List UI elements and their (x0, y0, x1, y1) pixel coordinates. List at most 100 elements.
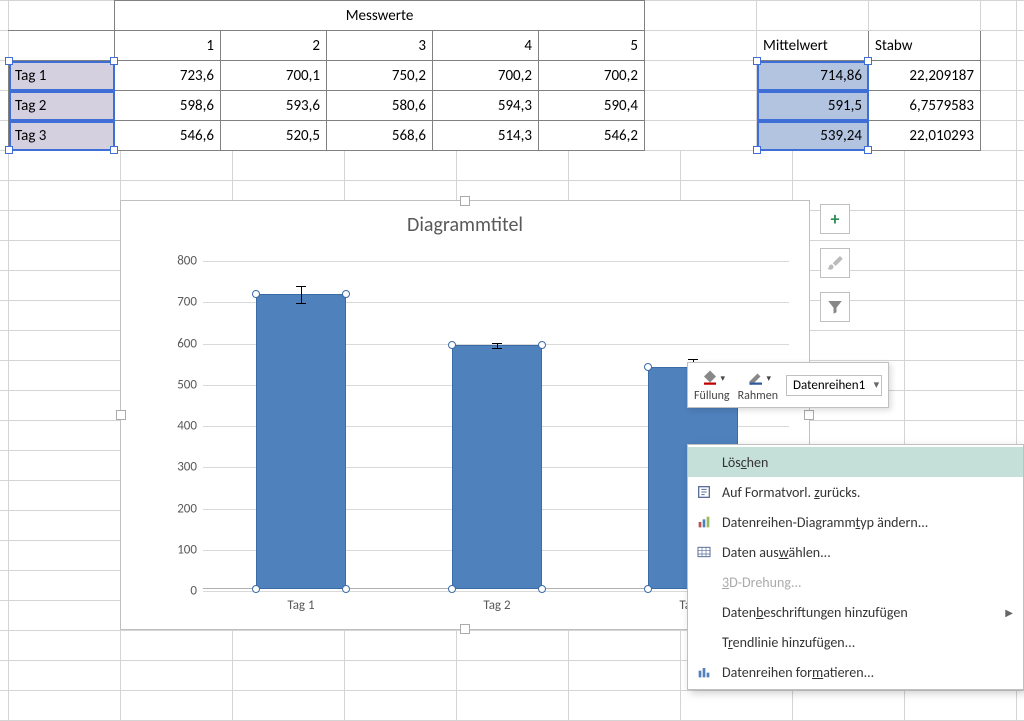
mittelwert-cell[interactable]: 591,5 (757, 91, 869, 121)
mittelwert-header[interactable]: Mittelwert (757, 31, 869, 61)
context-menu-item-trend[interactable]: Trendlinie hinzufügen... (688, 627, 1023, 657)
data-table: Messwerte 1 2 3 4 5 Mittelwert Stabw Tag… (8, 0, 981, 151)
outline-button[interactable]: ▾ Rahmen (738, 367, 778, 403)
pen-icon (745, 369, 767, 387)
series-dropdown-label: Datenreihen1 (793, 378, 865, 393)
y-tick-label: 0 (190, 584, 197, 599)
col-header[interactable]: 5 (539, 31, 645, 61)
fill-button[interactable]: ▾ Füllung (694, 367, 730, 403)
context-menu-item-delete[interactable]: Löschen (688, 447, 1023, 477)
context-menu: Löschen Auf Formatvorl. zurücks. Datenreih… (687, 444, 1024, 690)
y-tick-label: 600 (177, 336, 197, 351)
resize-handle[interactable] (460, 196, 470, 206)
selection-handle[interactable] (644, 585, 652, 593)
stabw-cell[interactable]: 22,209187 (869, 61, 981, 91)
bars-icon (694, 664, 714, 680)
fill-label: Füllung (694, 389, 730, 403)
context-menu-item-rotate3d: 3D-Drehung... (688, 567, 1023, 597)
selection-handle[interactable] (538, 341, 546, 349)
col-header[interactable]: 4 (433, 31, 539, 61)
stabw-cell[interactable]: 6,7579583 (869, 91, 981, 121)
cell[interactable]: 590,4 (539, 91, 645, 121)
menu-item-label: Auf Formatvorl. zurücks. (722, 484, 860, 501)
context-menu-item-labels[interactable]: Datenbeschriftungen hinzufügen ▶ (688, 597, 1023, 627)
resize-handle[interactable] (804, 410, 814, 420)
error-bar (497, 343, 498, 349)
cell[interactable]: 514,3 (433, 121, 539, 151)
cell[interactable]: 594,3 (433, 91, 539, 121)
messwerte-header[interactable]: Messwerte (115, 1, 645, 31)
outline-label: Rahmen (738, 389, 778, 403)
selection-handle[interactable] (644, 363, 652, 371)
context-menu-item-reset[interactable]: Auf Formatvorl. zurücks. (688, 477, 1023, 507)
cell[interactable]: 700,2 (539, 61, 645, 91)
menu-item-label: Datenreihen formatieren... (722, 664, 874, 681)
chart-icon (694, 514, 714, 530)
error-bar (301, 286, 302, 304)
context-menu-item-select[interactable]: Daten auswählen... (688, 537, 1023, 567)
col-header[interactable]: 2 (221, 31, 327, 61)
cell[interactable]: 546,6 (115, 121, 221, 151)
table-row: Tag 2 598,6 593,6 580,6 594,3 590,4 591,… (9, 91, 981, 121)
y-tick-label: 100 (177, 542, 197, 557)
y-tick-label: 500 (177, 377, 197, 392)
resize-handle[interactable] (460, 624, 470, 634)
selection-handle[interactable] (342, 290, 350, 298)
menu-item-label: Datenreihen-Diagrammtyp ändern... (722, 514, 928, 531)
menu-item-label: Löschen (722, 454, 768, 471)
cell[interactable]: 593,6 (221, 91, 327, 121)
selection-handle[interactable] (448, 585, 456, 593)
y-tick-label: 800 (177, 254, 197, 269)
mittelwert-cell[interactable]: 714,86 (757, 61, 869, 91)
cell[interactable]: 700,2 (433, 61, 539, 91)
bar[interactable] (256, 294, 346, 589)
selection-handle[interactable] (252, 290, 260, 298)
cell[interactable]: 750,2 (327, 61, 433, 91)
selection-handle[interactable] (252, 585, 260, 593)
stabw-header[interactable]: Stabw (869, 31, 981, 61)
menu-item-label: 3D-Drehung... (722, 574, 802, 591)
bar[interactable] (452, 345, 542, 589)
resize-handle[interactable] (116, 410, 126, 420)
y-tick-label: 200 (177, 501, 197, 516)
reset-icon (694, 484, 714, 500)
mittelwert-cell[interactable]: 539,24 (757, 121, 869, 151)
cell[interactable]: 700,1 (221, 61, 327, 91)
context-menu-item-chtype[interactable]: Datenreihen-Diagrammtyp ändern... (688, 507, 1023, 537)
x-tick-label: Tag 2 (442, 598, 552, 613)
chart-filter-button[interactable] (820, 292, 850, 322)
y-tick-label: 700 (177, 295, 197, 310)
cell[interactable]: 546,2 (539, 121, 645, 151)
row-label[interactable]: Tag 3 (9, 121, 115, 151)
submenu-arrow-icon: ▶ (1005, 606, 1013, 619)
series-dropdown[interactable]: Datenreihen1 (786, 375, 882, 396)
menu-item-label: Datenbeschriftungen hinzufügen (722, 604, 908, 621)
row-label[interactable]: Tag 2 (9, 91, 115, 121)
selection-handle[interactable] (448, 341, 456, 349)
table-header-row-2: 1 2 3 4 5 Mittelwert Stabw (9, 31, 981, 61)
col-header[interactable]: 1 (115, 31, 221, 61)
chart-elements-button[interactable]: + (820, 204, 850, 234)
cell[interactable]: 580,6 (327, 91, 433, 121)
cell[interactable]: 723,6 (115, 61, 221, 91)
table-row: Tag 1 723,6 700,1 750,2 700,2 700,2 714,… (9, 61, 981, 91)
mini-toolbar: ▾ Füllung ▾ Rahmen Datenreihen1 (687, 362, 889, 408)
chart-title[interactable]: Diagrammtitel (121, 213, 809, 237)
context-menu-item-format[interactable]: Datenreihen formatieren... (688, 657, 1023, 687)
stabw-cell[interactable]: 22,010293 (869, 121, 981, 151)
table-header-row-1: Messwerte (9, 1, 981, 31)
cell[interactable]: 520,5 (221, 121, 327, 151)
chart-styles-button[interactable] (820, 248, 850, 278)
y-tick-label: 300 (177, 460, 197, 475)
cell[interactable]: 568,6 (327, 121, 433, 151)
menu-item-label: Daten auswählen... (722, 544, 831, 561)
selection-handle[interactable] (342, 585, 350, 593)
funnel-icon (826, 298, 844, 316)
selection-handle[interactable] (538, 585, 546, 593)
table-icon (694, 544, 714, 560)
row-label[interactable]: Tag 1 (9, 61, 115, 91)
cell[interactable]: 598,6 (115, 91, 221, 121)
menu-item-label: Trendlinie hinzufügen... (722, 634, 855, 651)
col-header[interactable]: 3 (327, 31, 433, 61)
y-tick-label: 400 (177, 419, 197, 434)
